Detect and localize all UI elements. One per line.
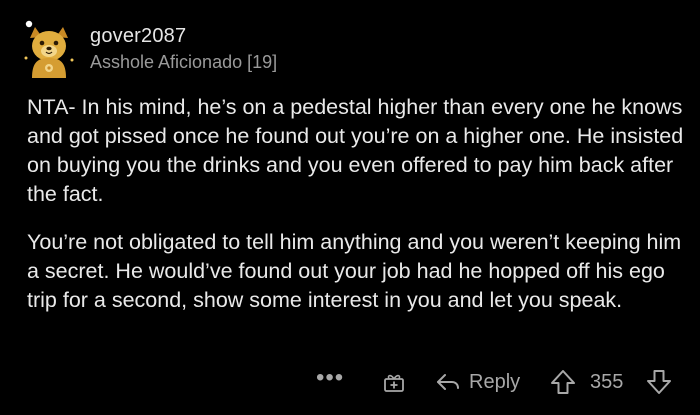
downvote-arrow-icon [647, 370, 671, 394]
award-icon [384, 374, 404, 392]
user-flair: Asshole Aficionado [19] [90, 52, 278, 72]
comment: gover2087 Asshole Aficionado [19] NTA- I… [0, 0, 700, 415]
golden-dog-avatar-icon [24, 20, 74, 78]
reply-button[interactable]: Reply [435, 362, 520, 402]
score-value: 355 [590, 370, 624, 393]
more-icon: ••• [316, 364, 345, 391]
comment-header: gover2087 Asshole Aficionado [19] [18, 14, 277, 84]
reply-arrow-icon [437, 374, 459, 390]
avatar[interactable] [18, 18, 80, 80]
reply-label: Reply [469, 370, 521, 393]
upvote-arrow-icon [551, 370, 575, 394]
downvote-button[interactable] [646, 362, 672, 402]
comment-paragraph-1: NTA- In his mind, he’s on a pedestal hig… [27, 95, 684, 206]
upvote-button[interactable] [550, 362, 576, 402]
comment-actions: ••• Reply 355 [0, 362, 700, 402]
comment-paragraph-2: You’re not obligated to tell him anythin… [27, 230, 682, 312]
username[interactable]: gover2087 [90, 24, 277, 48]
comment-body: NTA- In his mind, he’s on a pedestal hig… [27, 93, 687, 334]
vote-score: 355 [590, 362, 623, 402]
user-meta: gover2087 Asshole Aficionado [19] [90, 24, 277, 74]
award-button[interactable] [382, 362, 406, 402]
more-button[interactable]: ••• [316, 362, 344, 402]
